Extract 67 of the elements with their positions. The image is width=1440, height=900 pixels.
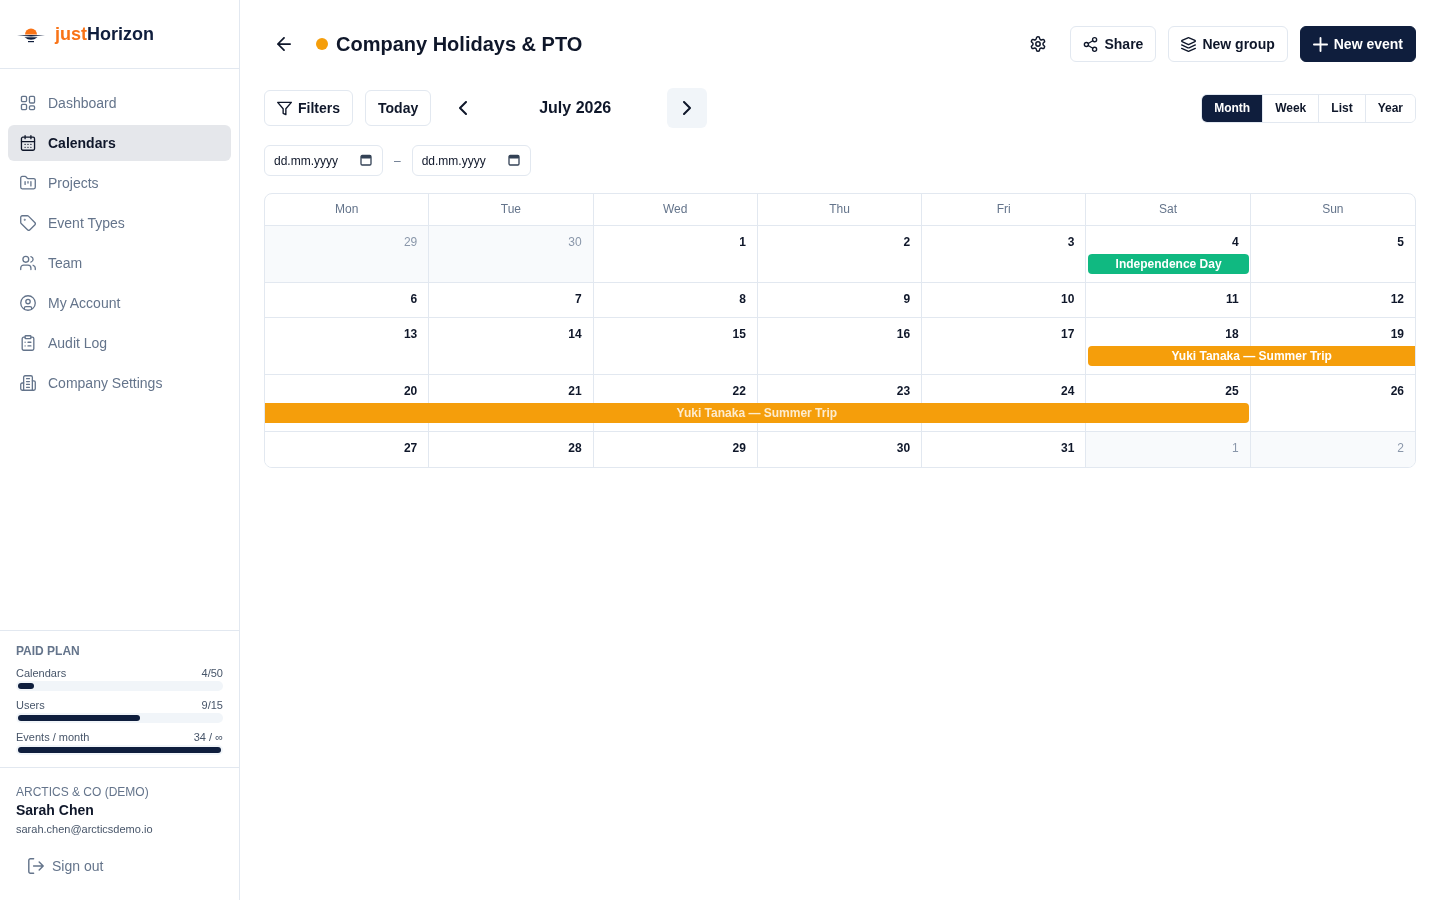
- meter-reading: 34 / ∞: [193, 730, 223, 744]
- filters-button[interactable]: Filters: [264, 90, 353, 126]
- dashboard-icon: [20, 95, 36, 111]
- nav-item[interactable]: Event Types: [8, 205, 231, 241]
- new-group-button[interactable]: New group: [1168, 26, 1288, 62]
- share-button[interactable]: Share: [1070, 26, 1157, 62]
- month-label: July 2026: [538, 99, 613, 117]
- meter-label: Calendars: [16, 666, 67, 680]
- people-icon: [20, 255, 36, 271]
- day-cell[interactable]: 10: [922, 283, 1087, 318]
- meter-label: Users: [16, 698, 45, 712]
- folder-icon: [20, 175, 36, 191]
- nav-item[interactable]: Team: [8, 245, 231, 281]
- sign-out-icon: [28, 858, 44, 874]
- meter-reading: 9/15: [201, 698, 223, 712]
- view-tab[interactable]: Month: [1202, 94, 1263, 122]
- day-cell[interactable]: 1: [593, 226, 758, 283]
- day-cell[interactable]: 17: [922, 318, 1087, 375]
- chevron-right-icon: [683, 101, 692, 115]
- company-name: ARCTICS & CO (DEMO): [16, 784, 150, 800]
- day-cell[interactable]: 8: [593, 283, 758, 318]
- nav-item[interactable]: Projects: [8, 165, 231, 201]
- date-input[interactable]: dd.mm.yyyy: [411, 145, 531, 176]
- nav-item[interactable]: Audit Log: [8, 325, 231, 361]
- tag-icon: [20, 215, 36, 231]
- day-cell[interactable]: 15: [593, 318, 758, 375]
- day-cell[interactable]: 7: [429, 283, 594, 318]
- calendar-icon: [20, 135, 36, 151]
- day-cell[interactable]: 11: [1086, 283, 1251, 318]
- user-email: sarah.chen@arcticsdemo.io: [16, 822, 154, 837]
- next-month-button[interactable]: [667, 88, 708, 128]
- nav-item[interactable]: Company Settings: [8, 365, 231, 401]
- day-cell[interactable]: 27: [265, 432, 430, 467]
- sign-out-button[interactable]: Sign out: [16, 848, 116, 884]
- clipboard-icon: [20, 335, 36, 351]
- range-separator: –: [394, 153, 401, 168]
- calendar-icon: [360, 154, 372, 166]
- day-cell[interactable]: 6: [265, 283, 430, 318]
- nav-item[interactable]: Calendars: [8, 125, 231, 161]
- nav-item[interactable]: My Account: [8, 285, 231, 321]
- brand-name: justHorizon: [55, 23, 154, 45]
- day-cell[interactable]: 13: [265, 318, 430, 375]
- nav-item[interactable]: Dashboard: [8, 85, 231, 121]
- settings-icon: [1030, 36, 1047, 52]
- filter-icon: [277, 100, 292, 116]
- meter-label: Events / month: [16, 730, 90, 744]
- plan-title: PAID PLAN: [16, 643, 81, 659]
- share-icon: [1083, 36, 1099, 52]
- date-input[interactable]: dd.mm.yyyy: [264, 145, 383, 176]
- view-tab[interactable]: Year: [1364, 94, 1415, 122]
- day-cell[interactable]: 14: [429, 318, 594, 375]
- page-title: Company Holidays & PTO: [336, 32, 583, 56]
- calendar-icon: [507, 154, 520, 166]
- day-cell[interactable]: 2: [757, 226, 923, 283]
- arrow-left-icon: [277, 37, 291, 51]
- day-cell[interactable]: 3: [922, 226, 1087, 283]
- meter-reading: 4/50: [201, 666, 223, 680]
- plus-icon: [1312, 36, 1328, 52]
- today-button[interactable]: Today: [365, 90, 432, 126]
- day-cell[interactable]: 16: [757, 318, 923, 375]
- chevron-left-icon: [459, 101, 468, 115]
- layers-icon: [1181, 36, 1197, 52]
- user-name: Sarah Chen: [16, 801, 95, 819]
- new-event-button[interactable]: New event: [1299, 26, 1416, 62]
- user-circle-icon: [20, 295, 36, 311]
- building-icon: [20, 375, 36, 391]
- day-cell[interactable]: 9: [757, 283, 923, 318]
